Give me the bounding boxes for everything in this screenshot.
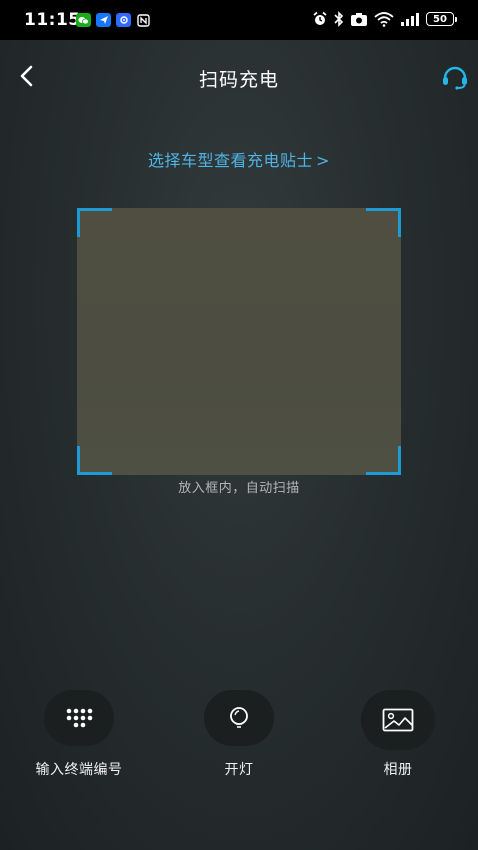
scan-corner-top-left xyxy=(77,208,112,237)
customer-service-button[interactable] xyxy=(440,62,470,92)
enter-terminal-number-button[interactable]: 输入终端编号 xyxy=(9,690,149,779)
alarm-icon xyxy=(313,11,327,25)
scan-corner-top-right xyxy=(366,208,401,237)
signal-icon xyxy=(401,13,419,26)
scan-frame xyxy=(77,208,401,475)
status-right-icons: 50 xyxy=(312,11,457,27)
status-time: 11:15 xyxy=(24,10,81,30)
photo-album-icon xyxy=(382,708,414,732)
keypad-icon xyxy=(66,708,93,728)
page-title: 扫码充电 xyxy=(198,69,279,91)
status-bar: 11:15 50 xyxy=(0,0,478,40)
photo-album-button[interactable]: 相册 xyxy=(328,690,468,779)
flashlight-button[interactable]: 开灯 xyxy=(169,690,309,779)
camera-icon xyxy=(351,12,367,26)
scan-corner-bottom-right xyxy=(366,446,401,475)
charging-tips-text: 选择车型查看充电贴士 xyxy=(148,151,314,170)
flashlight-button-circle xyxy=(204,690,274,746)
scan-corner-bottom-left xyxy=(77,446,112,475)
map-app-icon xyxy=(116,13,131,27)
location-app-icon xyxy=(96,13,111,27)
wechat-icon xyxy=(76,13,91,27)
headset-icon xyxy=(443,66,467,90)
charging-tips-link[interactable]: 选择车型查看充电贴士 > xyxy=(0,147,478,171)
bluetooth-icon xyxy=(334,11,344,27)
notification-icons xyxy=(76,13,151,27)
scan-charge-screen: 11:15 50 扫码充电 选择车型查看充电贴士 > 放入框内，自动扫描 输入终… xyxy=(0,0,478,850)
flashlight-label: 开灯 xyxy=(224,762,254,778)
header: 扫码充电 xyxy=(0,40,478,112)
battery-level: 50 xyxy=(433,13,447,25)
photo-album-label: 相册 xyxy=(383,762,413,778)
wifi-icon xyxy=(374,12,394,27)
flashlight-icon xyxy=(230,707,248,728)
scan-hint: 放入框内，自动扫描 xyxy=(178,481,300,496)
battery-indicator: 50 xyxy=(426,12,457,26)
nfc-icon xyxy=(136,13,151,27)
photo-album-button-circle xyxy=(361,690,435,750)
chevron-right-icon: > xyxy=(316,151,330,170)
enter-terminal-number-label: 输入终端编号 xyxy=(35,762,123,778)
keypad-button-circle xyxy=(44,690,114,746)
